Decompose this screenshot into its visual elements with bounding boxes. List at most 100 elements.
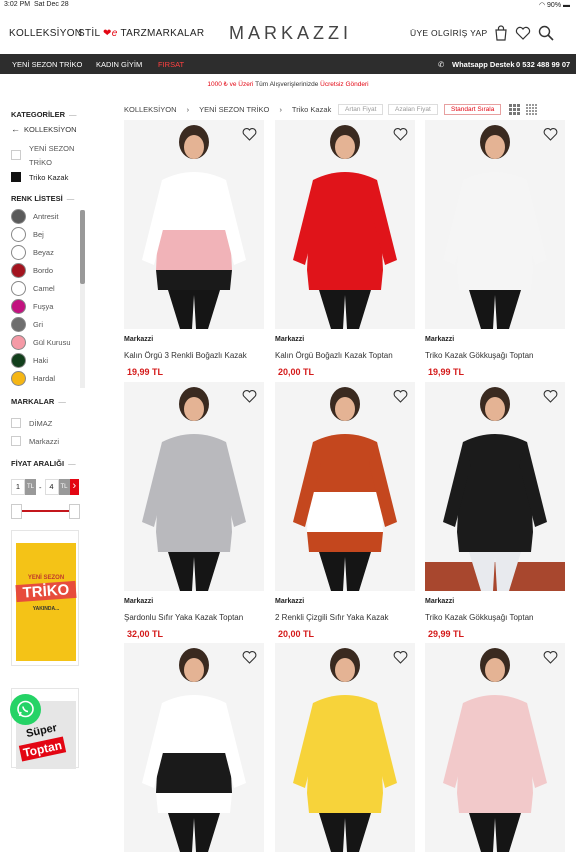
color-swatch[interactable] xyxy=(11,353,26,368)
colors-heading[interactable]: RENK LİSTESİ — xyxy=(11,194,74,203)
product-image[interactable] xyxy=(275,382,415,591)
color-swatch[interactable] xyxy=(11,263,26,278)
category-item[interactable]: YENİ SEZON TRİKO xyxy=(11,142,84,170)
price-slider[interactable] xyxy=(16,510,76,512)
price-range-heading[interactable]: FİYAT ARALIĞI — xyxy=(11,459,76,468)
product-brand[interactable]: Markazzi xyxy=(124,336,153,343)
category-checkbox[interactable] xyxy=(11,150,21,160)
brand-checkbox[interactable] xyxy=(11,436,21,446)
product-image[interactable] xyxy=(425,643,565,852)
favorite-heart-icon[interactable] xyxy=(242,127,257,141)
brands-heading[interactable]: MARKALAR — xyxy=(11,397,66,406)
color-filter-item[interactable]: Gül Kurusu xyxy=(11,335,71,350)
register-link[interactable]: ÜYE OL xyxy=(410,28,443,38)
sort-ascending-button[interactable]: Artan Fiyat xyxy=(338,104,384,115)
promo-banner-triko[interactable]: YENİ SEZON TRİKO YAKINDA... xyxy=(11,530,79,666)
product-name[interactable]: Kalın Örgü 3 Renkli Boğazlı Kazak xyxy=(124,351,247,360)
product-name[interactable]: Triko Kazak Gökkuşağı Toptan xyxy=(425,351,534,360)
color-filter-item[interactable]: Haki xyxy=(11,353,48,368)
color-swatch[interactable] xyxy=(11,335,26,350)
price-max-input[interactable]: 4 xyxy=(44,479,59,495)
product-image[interactable] xyxy=(425,382,565,591)
search-icon[interactable] xyxy=(537,24,555,42)
brand-checkbox[interactable] xyxy=(11,418,21,428)
product-image[interactable] xyxy=(124,382,264,591)
color-swatch[interactable] xyxy=(11,299,26,314)
product-price: 29,99 TL xyxy=(428,629,465,639)
price-range-inputs: 1 TL - 4 TL › xyxy=(11,479,80,495)
price-min-input[interactable]: 1 xyxy=(11,479,25,495)
color-swatch[interactable] xyxy=(11,245,26,260)
color-filter-item[interactable]: Beyaz xyxy=(11,245,54,260)
color-filter-item[interactable]: Antresit xyxy=(11,209,58,224)
color-filter-item[interactable]: Camel xyxy=(11,281,55,296)
color-swatch[interactable] xyxy=(11,209,26,224)
site-logo[interactable]: MARKAZZI xyxy=(229,23,347,43)
price-slider-max-handle[interactable] xyxy=(69,504,80,519)
product-name[interactable]: Triko Kazak Gökkuşağı Toptan xyxy=(425,613,534,622)
grid-3-icon[interactable] xyxy=(509,104,520,115)
favorite-heart-icon[interactable] xyxy=(242,650,257,664)
categories-heading[interactable]: KATEGORİLER — xyxy=(11,110,77,119)
favorite-heart-icon[interactable] xyxy=(242,389,257,403)
whatsapp-support-label[interactable]: Whatsapp Destek xyxy=(452,60,515,69)
product-image[interactable] xyxy=(124,120,264,329)
nav-style[interactable]: STİL ❤e TARZ xyxy=(78,28,147,39)
color-label: Bej xyxy=(33,230,44,239)
product-brand[interactable]: Markazzi xyxy=(275,336,304,343)
product-image[interactable] xyxy=(275,120,415,329)
color-filter-item[interactable]: Bordo xyxy=(11,263,53,278)
cart-icon[interactable] xyxy=(492,24,510,42)
color-swatch[interactable] xyxy=(11,281,26,296)
product-image[interactable] xyxy=(275,643,415,852)
product-image[interactable] xyxy=(124,643,264,852)
category-item[interactable]: Triko Kazak xyxy=(11,172,68,182)
product-brand[interactable]: Markazzi xyxy=(425,598,454,605)
brand-item[interactable]: Markazzi xyxy=(11,436,59,446)
login-link[interactable]: GİRİŞ YAP xyxy=(443,28,487,38)
favorite-heart-icon[interactable] xyxy=(393,650,408,664)
sort-descending-button[interactable]: Azalan Fiyat xyxy=(388,104,438,115)
topbar-women[interactable]: KADIN GİYİM xyxy=(96,60,142,69)
category-checkbox[interactable] xyxy=(11,172,21,182)
banner-text: YENİ SEZON xyxy=(27,575,65,581)
sort-default-button[interactable]: Standart Sırala xyxy=(444,104,502,115)
favorite-heart-icon[interactable] xyxy=(543,127,558,141)
heart-icon: ❤ xyxy=(103,28,112,39)
product-name[interactable]: 2 Renkli Çizgili Sıfır Yaka Kazak xyxy=(275,613,389,622)
brand-item[interactable]: DİMAZ xyxy=(11,418,52,428)
breadcrumb-level1[interactable]: YENİ SEZON TRİKO xyxy=(199,105,269,114)
product-image[interactable] xyxy=(425,120,565,329)
product-brand[interactable]: Markazzi xyxy=(124,598,153,605)
breadcrumb-root[interactable]: KOLLEKSİYON xyxy=(124,105,177,114)
topbar-new-season[interactable]: YENİ SEZON TRİKO xyxy=(12,60,82,69)
nav-collections[interactable]: KOLLEKSİYON xyxy=(9,28,82,39)
breadcrumb-separator: › xyxy=(186,105,190,114)
color-filter-item[interactable]: Bej xyxy=(11,227,44,242)
color-filter-item[interactable]: Gri xyxy=(11,317,43,332)
status-time: 3:02 PM Sat Dec 28 xyxy=(4,1,69,8)
color-swatch[interactable] xyxy=(11,317,26,332)
price-apply-button[interactable]: › xyxy=(69,479,80,495)
color-swatch[interactable] xyxy=(11,371,26,386)
color-filter-item[interactable]: Fuşya xyxy=(11,299,53,314)
color-filter-item[interactable]: Hardal xyxy=(11,371,55,386)
favorite-heart-icon[interactable] xyxy=(393,127,408,141)
product-name[interactable]: Şardonlu Sıfır Yaka Kazak Toptan xyxy=(124,613,243,622)
favorite-heart-icon[interactable] xyxy=(543,650,558,664)
whatsapp-chat-button[interactable] xyxy=(10,694,41,725)
favorite-heart-icon[interactable] xyxy=(393,389,408,403)
grid-4-icon[interactable] xyxy=(526,104,537,115)
color-swatch[interactable] xyxy=(11,227,26,242)
favorite-heart-icon[interactable] xyxy=(543,389,558,403)
favorites-icon[interactable] xyxy=(514,24,532,42)
color-list-scrollbar[interactable] xyxy=(80,210,85,284)
support-phone[interactable]: 0 532 488 99 07 xyxy=(516,60,576,74)
category-root[interactable]: ← KOLLEKSİYON xyxy=(11,124,77,134)
product-brand[interactable]: Markazzi xyxy=(275,598,304,605)
product-name[interactable]: Kalın Örgü Boğazlı Kazak Toptan xyxy=(275,351,393,360)
product-brand[interactable]: Markazzi xyxy=(425,336,454,343)
topbar-deal[interactable]: FIRSAT xyxy=(158,60,184,69)
price-slider-min-handle[interactable] xyxy=(11,504,22,519)
nav-brands[interactable]: MARKALAR xyxy=(147,28,204,39)
